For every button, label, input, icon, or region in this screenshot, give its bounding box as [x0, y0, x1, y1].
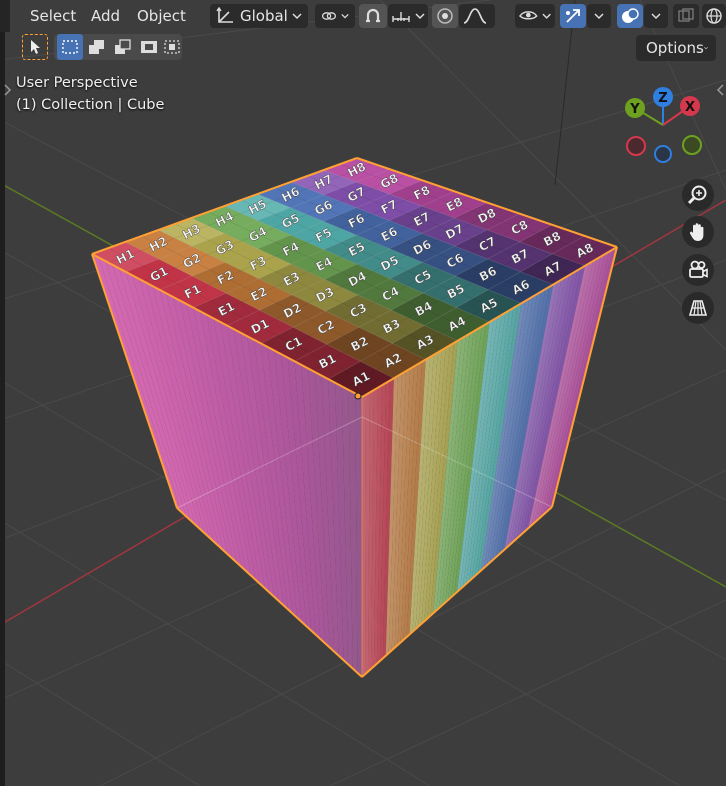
- gizmo-neg-x[interactable]: [626, 136, 646, 156]
- select-extend-icon: [89, 40, 104, 54]
- gizmo-neg-z[interactable]: [654, 145, 672, 163]
- pivot-link-icon: [321, 12, 337, 20]
- options-label: Options: [646, 39, 704, 57]
- shading-wire-icon: [706, 8, 722, 24]
- menu-object[interactable]: Object: [137, 6, 186, 26]
- select-invert-icon: [141, 41, 157, 53]
- chevron-down-icon: [542, 13, 551, 19]
- proportional-falloff-dropdown[interactable]: [459, 4, 495, 28]
- chevron-down-icon: [651, 13, 661, 20]
- camera-icon: [689, 260, 708, 278]
- visibility-eye-icon: [519, 11, 538, 20]
- perspective-toggle-button[interactable]: [682, 292, 714, 324]
- snap-toggle[interactable]: [359, 4, 387, 28]
- gizmo-neg-y[interactable]: [682, 135, 702, 155]
- visibility-dropdown[interactable]: [515, 4, 555, 28]
- menu-select[interactable]: Select: [30, 6, 76, 26]
- gizmo-toggle[interactable]: [560, 4, 586, 28]
- proportional-edit-icon: [437, 8, 453, 24]
- toolbar-expand-arrow-icon[interactable]: [2, 83, 12, 97]
- navigation-gizmo[interactable]: Z Y X: [615, 82, 715, 172]
- select-intersect-button[interactable]: [159, 34, 185, 60]
- chevron-down-icon: [415, 13, 425, 20]
- options-dropdown[interactable]: Options: [636, 35, 716, 61]
- proportional-edit-toggle[interactable]: [432, 4, 458, 28]
- zoom-icon: [687, 185, 707, 205]
- falloff-curve-icon: [463, 8, 487, 24]
- xray-icon: [678, 8, 694, 22]
- pan-hand-icon: [689, 223, 704, 241]
- select-intersect-icon: [164, 40, 180, 54]
- select-tool-button[interactable]: [22, 34, 48, 60]
- orientation-label: Global: [240, 7, 288, 25]
- gizmo-icon: [566, 9, 580, 23]
- cursor-arrow-icon: [31, 40, 40, 54]
- menu-add[interactable]: Add: [91, 6, 120, 26]
- sidebar-expand-arrow-icon[interactable]: [716, 83, 726, 97]
- chevron-down-icon: [341, 13, 349, 19]
- chevron-down-icon: [292, 13, 302, 20]
- object-origin: [354, 392, 362, 400]
- shading-wireframe-button[interactable]: [702, 4, 726, 28]
- chevron-down-icon: [704, 46, 708, 50]
- chevron-down-icon: [594, 13, 604, 20]
- select-subtract-icon: [115, 39, 131, 54]
- gizmo-z-label: Z: [658, 91, 667, 106]
- gizmo-x-label: X: [685, 100, 695, 115]
- select-extend-button[interactable]: [84, 34, 110, 60]
- snap-magnet-icon: [366, 8, 380, 23]
- collection-object-text: (1) Collection | Cube: [16, 97, 165, 113]
- overlay-toggle[interactable]: [617, 4, 643, 28]
- gizmo-y-label: Y: [629, 102, 640, 117]
- snap-increment-icon: [392, 12, 410, 22]
- snap-target-dropdown[interactable]: [388, 4, 428, 28]
- transform-orientation-icon: [216, 7, 233, 23]
- viewport-header: Select Add Object Global: [5, 0, 726, 32]
- left-edge: [0, 0, 5, 786]
- select-subtract-button[interactable]: [110, 34, 136, 60]
- select-box-icon: [62, 40, 78, 54]
- pan-button[interactable]: [682, 216, 714, 248]
- overlay-dropdown[interactable]: [644, 4, 668, 28]
- transform-orientation-dropdown[interactable]: Global: [210, 4, 308, 28]
- xray-toggle[interactable]: [673, 4, 699, 28]
- pivot-point-dropdown[interactable]: [315, 4, 355, 28]
- gizmo-dropdown[interactable]: [587, 4, 611, 28]
- view-name: User Perspective: [16, 75, 138, 91]
- zoom-button[interactable]: [682, 179, 714, 211]
- overlay-icon: [622, 8, 639, 23]
- select-new-button[interactable]: [57, 34, 83, 60]
- perspective-grid-icon: [688, 300, 708, 316]
- camera-view-button[interactable]: [682, 254, 714, 286]
